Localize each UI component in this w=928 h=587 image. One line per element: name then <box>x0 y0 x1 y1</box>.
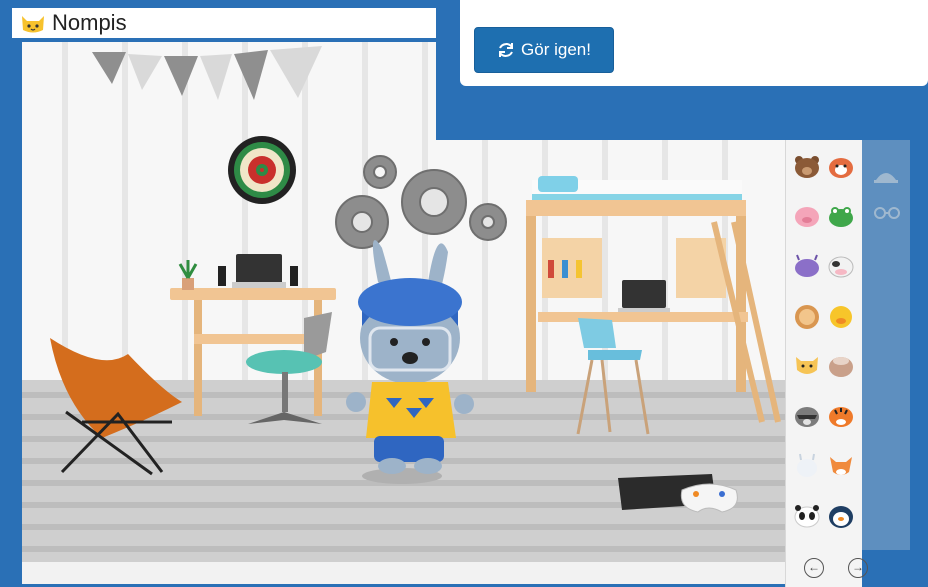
title-bar: Nompis <box>12 8 482 38</box>
animal-palette: ← → <box>785 140 868 587</box>
panda-icon[interactable] <box>793 502 821 530</box>
fox-icon[interactable] <box>827 452 855 480</box>
accessory-panel <box>862 140 910 550</box>
penguin-icon[interactable] <box>827 502 855 530</box>
app-title: Nompis <box>52 10 127 35</box>
arrow-left-icon[interactable]: ← <box>804 558 824 578</box>
hat-icon[interactable] <box>872 162 900 186</box>
tiger-icon[interactable] <box>827 402 855 430</box>
cat-logo-icon <box>22 16 44 33</box>
tiger-cat-icon[interactable] <box>793 352 821 380</box>
result-dialog: Gör igen! <box>436 0 928 140</box>
arrow-right-icon[interactable]: → <box>848 558 868 578</box>
frog-icon[interactable] <box>827 202 855 230</box>
llama-icon[interactable] <box>793 452 821 480</box>
duck-icon[interactable] <box>827 302 855 330</box>
glasses-icon[interactable] <box>872 206 902 220</box>
cow-icon[interactable] <box>827 252 855 280</box>
try-again-label: Gör igen! <box>521 40 591 59</box>
dartboard <box>228 136 296 204</box>
refresh-icon <box>499 43 514 57</box>
purple-monster-icon[interactable] <box>793 252 821 280</box>
bear-icon[interactable] <box>793 152 821 180</box>
lion-icon[interactable] <box>793 302 821 330</box>
red-panda-icon[interactable] <box>827 152 855 180</box>
sheep-icon[interactable] <box>827 352 855 380</box>
pig-icon[interactable] <box>793 202 821 230</box>
raccoon-icon[interactable] <box>793 402 821 430</box>
try-again-button[interactable]: Gör igen! <box>474 27 614 73</box>
dialog-card: Gör igen! <box>460 0 928 86</box>
